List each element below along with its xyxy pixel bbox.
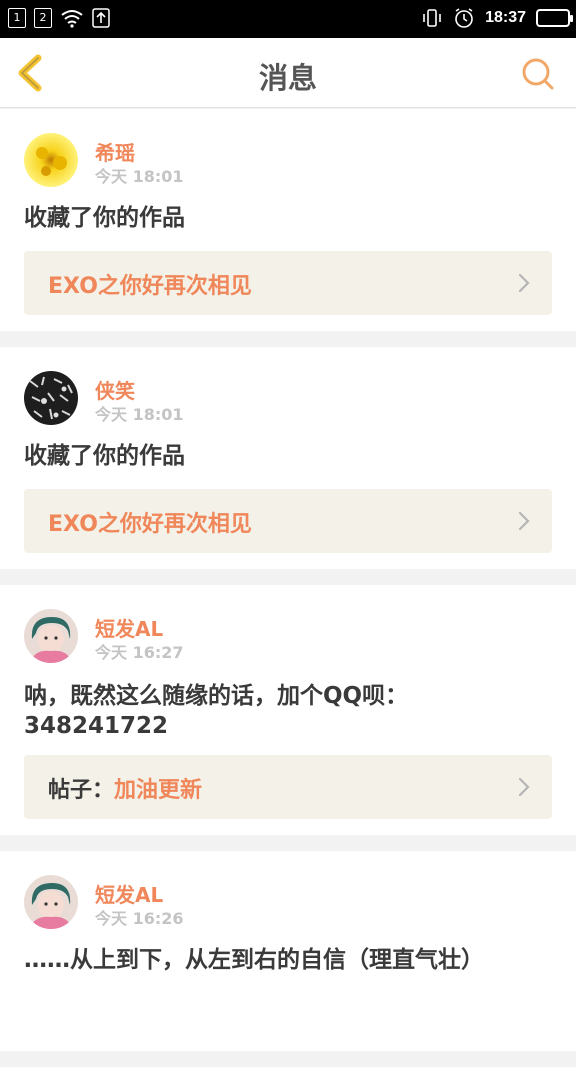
status-bar: 1 2 18:37 [0, 0, 576, 38]
message-text: 收藏了你的作品 [24, 443, 185, 469]
message-card: 侠笑 今天 18:01 收藏了你的作品 EXO之你好再次相见 [0, 347, 576, 569]
sim1-icon: 1 [8, 8, 26, 28]
work-link-title: EXO之你好再次相见 [48, 512, 252, 537]
avatar[interactable] [24, 875, 78, 929]
work-link-label: EXO之你好再次相见 [48, 506, 252, 538]
alarm-icon [455, 8, 473, 28]
timestamp: 今天 18:01 [95, 405, 184, 424]
work-link[interactable]: EXO之你好再次相见 [24, 251, 552, 315]
avatar[interactable] [24, 133, 78, 187]
sim2-icon: 2 [34, 8, 52, 28]
page-title: 消息 [258, 61, 317, 95]
username[interactable]: 短发AL [95, 879, 163, 908]
chevron-right-icon [518, 511, 530, 531]
message-text: 呐，既然这么随缘的话，加个QQ呗：348241722 [24, 683, 409, 739]
username[interactable]: 侠笑 [95, 375, 135, 404]
clock: 18:37 [485, 9, 526, 26]
timestamp: 今天 16:27 [95, 643, 184, 662]
status-left: 1 2 [8, 8, 110, 28]
avatar[interactable] [24, 371, 78, 425]
timestamp: 今天 16:26 [95, 909, 184, 928]
avatar[interactable] [24, 609, 78, 663]
search-icon[interactable] [520, 56, 556, 92]
work-link[interactable]: EXO之你好再次相见 [24, 489, 552, 553]
message-text: ……从上到下，从左到右的自信（理直气壮） [24, 947, 484, 973]
work-link-title: EXO之你好再次相见 [48, 274, 252, 299]
message-text: 收藏了你的作品 [24, 205, 185, 231]
chevron-right-icon [518, 273, 530, 293]
wifi-icon [61, 10, 83, 28]
post-link[interactable]: 帖子：加油更新 [24, 755, 552, 819]
chevron-right-icon [518, 777, 530, 797]
post-link-prefix: 帖子： [48, 778, 115, 803]
upload-icon [92, 8, 110, 28]
battery-icon [536, 9, 573, 27]
work-link-label: EXO之你好再次相见 [48, 268, 252, 300]
username[interactable]: 短发AL [95, 613, 163, 642]
timestamp: 今天 18:01 [95, 167, 184, 186]
post-link-label: 帖子：加油更新 [48, 772, 202, 804]
vibrate-icon [423, 9, 441, 27]
status-right: 18:37 [421, 7, 573, 29]
post-link-title: 加油更新 [114, 778, 203, 803]
message-card: 短发AL 今天 16:27 呐，既然这么随缘的话，加个QQ呗：348241722… [0, 585, 576, 835]
message-list: 希瑶 今天 18:01 收藏了你的作品 EXO之你好再次相见 侠笑 今天 18:… [0, 109, 576, 1067]
message-card: 短发AL 今天 16:26 ……从上到下，从左到右的自信（理直气壮） [0, 851, 576, 1051]
message-card: 希瑶 今天 18:01 收藏了你的作品 EXO之你好再次相见 [0, 109, 576, 331]
username[interactable]: 希瑶 [95, 137, 135, 166]
header: 消息 [0, 38, 576, 108]
